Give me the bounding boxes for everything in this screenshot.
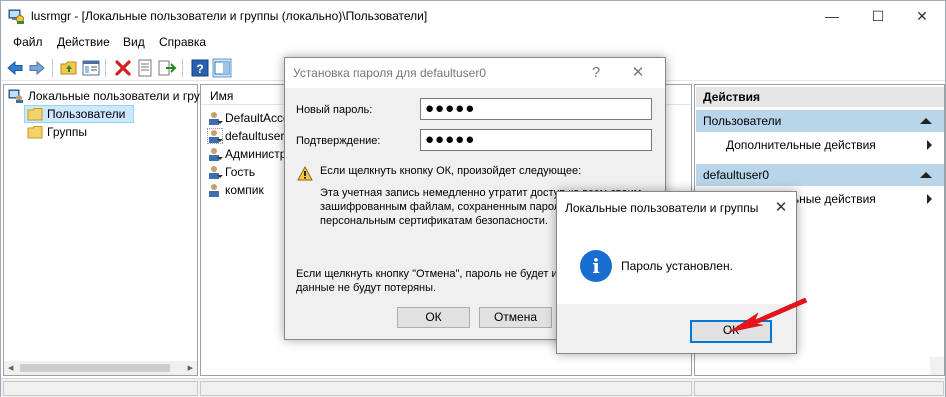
window-title: lusrmgr - [Локальные пользователи и груп… [31,9,428,23]
close-button[interactable]: ✕ [899,1,945,32]
toolbar-separator [182,59,183,77]
info-dialog-title: Локальные пользователи и группы [557,192,796,224]
actions-section-user[interactable]: defaultuser0 [696,164,944,186]
disabled-user-icon [209,112,223,125]
actions-scrollbar[interactable] [930,357,944,375]
info-message: Пароль установлен. [621,259,733,273]
scrollbar-thumb[interactable] [20,364,170,372]
menu-bar: Файл Действие Вид Справка [1,32,945,53]
actions-section-users[interactable]: Пользователи [696,110,944,132]
user-icon [209,184,219,197]
submenu-arrow-icon [927,194,932,204]
actions-section-label: Пользователи [703,114,782,128]
disabled-user-icon [209,166,223,179]
column-header-name[interactable]: Имя [210,89,233,103]
info-icon: i [580,250,612,282]
minimize-button[interactable]: — [809,1,855,32]
folder-icon [27,126,43,139]
toolbar-separator [52,59,53,77]
password-ok-button[interactable]: ОК [397,307,470,328]
help-icon[interactable]: ? [190,58,210,78]
disabled-user-icon [209,148,223,161]
status-bar [1,378,945,397]
status-segment [3,381,198,396]
svg-text:?: ? [196,62,203,76]
more-actions-item[interactable]: Дополнительные действия [696,134,944,156]
maximize-button[interactable]: ☐ [855,1,901,32]
annotation-arrow-icon [728,297,808,333]
computer-management-icon [8,9,24,24]
confirm-password-field[interactable]: ●●●●● [420,129,652,151]
new-password-field[interactable]: ●●●●● [420,98,652,120]
password-cancel-button[interactable]: Отмена [479,307,552,328]
cancel-note: данные не будут потеряны. [296,282,437,294]
menu-action[interactable]: Действие [57,35,110,49]
export-list-icon[interactable] [157,58,177,78]
menu-file[interactable]: Файл [13,35,43,49]
show-tree-icon[interactable] [81,58,101,78]
collapse-icon[interactable] [920,118,932,124]
tree-item-label: Группы [47,125,87,139]
dialog-close-button[interactable]: ✕ [623,58,653,88]
action-pane-icon[interactable] [212,58,232,78]
warning-line: зашифрованным файлам, сохраненным пароля… [320,201,583,213]
tree-pane: Локальные пользователи и гру Пользовател… [3,84,200,376]
forward-arrow-icon[interactable] [27,58,47,78]
warning-line: персональным сертификатам безопасности. [320,215,548,227]
warning-icon [297,166,313,181]
properties-icon[interactable] [135,58,155,78]
tree-root-label: Локальные пользователи и гру [28,89,200,103]
folder-icon [27,108,43,121]
up-folder-icon[interactable] [59,58,79,78]
delete-icon[interactable] [113,58,133,78]
info-dialog-close-button[interactable]: ✕ [766,193,796,223]
actions-section-label: defaultuser0 [703,168,770,182]
actions-header: Действия [696,87,944,107]
status-segment [694,381,944,396]
help-button[interactable]: ? [581,58,611,88]
status-segment [200,381,692,396]
title-bar: lusrmgr - [Локальные пользователи и груп… [1,1,945,32]
users-groups-icon [8,89,23,103]
new-password-label: Новый пароль: [296,104,373,116]
more-actions-label: Дополнительные действия [726,138,876,152]
warning-title: Если щелкнуть кнопку ОК, произойдет след… [320,165,582,177]
confirm-password-label: Подтверждение: [296,135,381,147]
user-icon [207,128,223,144]
menu-help[interactable]: Справка [159,35,206,49]
toolbar-separator [105,59,106,77]
menu-view[interactable]: Вид [123,35,145,49]
submenu-arrow-icon [927,140,932,150]
tree-item-users[interactable]: Пользователи [24,105,134,123]
collapse-icon[interactable] [920,172,932,178]
tree-item-label: Пользователи [47,107,126,121]
back-arrow-icon[interactable] [5,58,25,78]
tree-horizontal-scrollbar[interactable]: ◀ ▶ [4,361,197,375]
